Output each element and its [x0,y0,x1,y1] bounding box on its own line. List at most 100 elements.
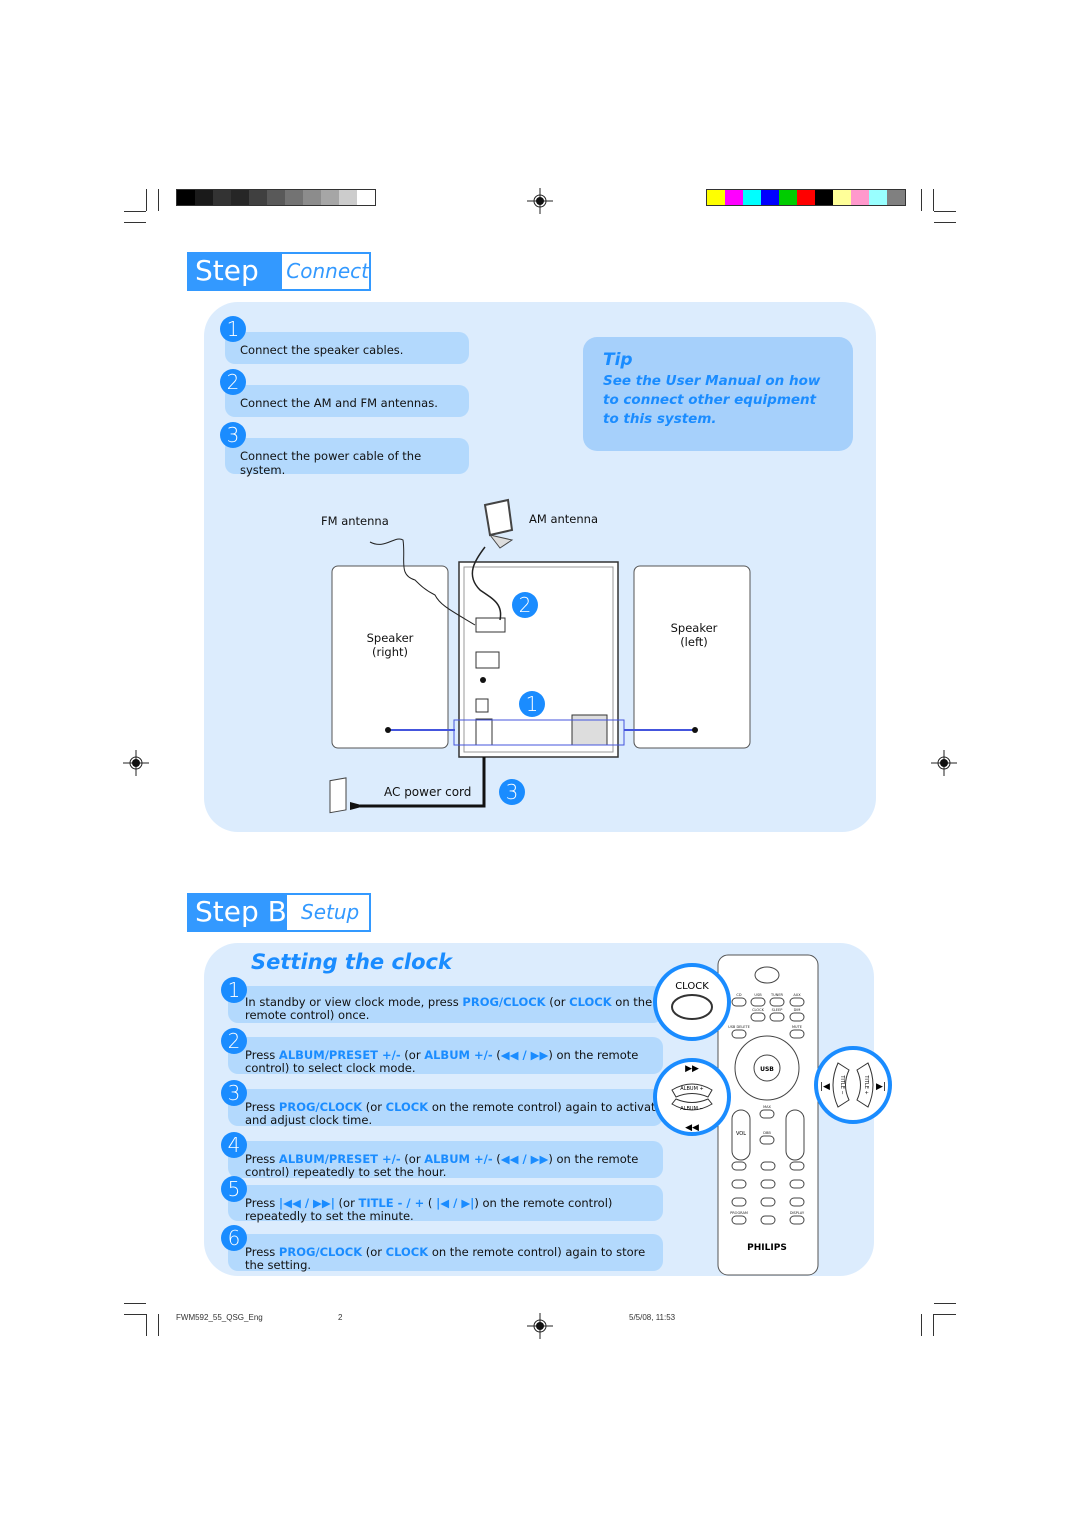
brand-logo: PHILIPS [747,1243,787,1253]
svg-text:AUX: AUX [793,993,801,997]
svg-text:DISPLAY: DISPLAY [790,1211,805,1215]
svg-text:MAX: MAX [763,1105,771,1109]
svg-text:3: 3 [795,1164,799,1171]
svg-text:USB: USB [754,993,762,997]
remote-button [750,1012,766,1022]
step-text: ( [492,1152,501,1166]
button-reference: ALBUM/PRESET +/- [278,1152,401,1166]
step-number-badge: 1 [220,316,246,342]
power-button [754,966,780,984]
ac-power-cord-label: AC power cord [384,785,472,799]
speaker-right-label: Speaker (right) [366,631,414,659]
button-reference: ALBUM/PRESET +/- [278,1048,401,1062]
svg-text:CD: CD [736,993,741,997]
button-reference: CLOCK [385,1245,429,1259]
svg-text:▶▶: ▶▶ [685,1064,699,1074]
button-reference: PROG/CLOCK [278,1100,363,1114]
remote-button [769,1012,785,1022]
step-number-badge: 3 [221,1080,247,1106]
svg-text:VOL: VOL [736,1131,746,1137]
step-number-badge: 5 [221,1176,247,1202]
step-a-item: Connect the power cable of the system. [225,438,469,477]
step-text: (or [362,1100,386,1114]
remote-button [731,1215,747,1225]
step-text: Press [245,1048,279,1062]
speaker-left [633,565,751,749]
button-reference: ◀◀ / ▶▶ [500,1152,549,1166]
step-text: Press [245,1196,279,1210]
svg-text:DBB: DBB [763,1131,771,1135]
step-text: Connect the power cable of the system. [240,449,422,477]
footer-date: 5/5/08, 11:53 [629,1313,676,1322]
svg-text:|◀: |◀ [820,1082,830,1092]
footer-filename: FWM592_55_QSG_Eng [176,1313,263,1322]
remote-button [750,997,766,1007]
button-reference: CLOCK [569,995,612,1009]
svg-text:◀◀: ◀◀ [685,1123,699,1133]
svg-text:0: 0 [766,1218,770,1225]
clock-step-item: Press PROG/CLOCK (or CLOCK on the remote… [228,1234,663,1272]
step-text: (or [400,1048,425,1062]
title-minus-label: TITLE − [839,1074,845,1094]
title-plus-label: TITLE + [863,1074,869,1094]
button-reference: ALBUM +/- [424,1048,493,1062]
clock-step-item: Press ALBUM/PRESET +/- (or ALBUM +/- (◀◀… [228,1141,663,1179]
step-text: ( [492,1048,501,1062]
am-antenna-label: AM antenna [529,512,598,526]
step-number-badge: 2 [220,369,246,395]
step-a-item: Connect the AM and FM antennas. [225,385,469,417]
speaker-left-label: Speaker (left) [670,621,718,649]
svg-text:1: 1 [737,1164,741,1171]
diagram-marker-3: 3 [499,779,525,805]
connection-diagram [329,498,751,814]
clock-step-item: Press |◀◀ / ▶▶| (or TITLE - / + ( |◀ / ▶… [228,1185,663,1223]
tip-box: Tip See the User Manual on how to connec… [583,337,853,451]
svg-text:2: 2 [766,1164,770,1171]
clock-step-item: Press ALBUM/PRESET +/- (or ALBUM +/- (◀◀… [228,1037,663,1075]
step-number-badge: 3 [220,422,246,448]
clock-callout-label: CLOCK [675,981,709,992]
footer-page: 2 [338,1313,343,1322]
tip-title: Tip [603,350,633,370]
step-b-title: Step B [195,895,287,928]
remote-button [789,1215,805,1225]
step-text: (or [400,1152,425,1166]
step-a-title: Step A [195,254,259,321]
play-stop-rocker [785,1109,805,1161]
remote-button [759,1135,775,1145]
svg-text:4: 4 [737,1182,741,1189]
step-b-header: Step B Setup [187,893,371,932]
svg-text:USB DELETE: USB DELETE [728,1025,750,1029]
button-reference: CLOCK [385,1100,429,1114]
section-title: Setting the clock [251,950,452,974]
step-number-badge: 4 [221,1132,247,1158]
diagram-marker-2: 2 [512,592,538,618]
step-a-subtitle: Connect [282,254,369,289]
svg-text:PROGRAM: PROGRAM [730,1211,748,1215]
svg-text:DIM: DIM [794,1008,801,1012]
svg-text:▶|: ▶| [876,1082,886,1092]
clock-button [671,994,713,1020]
step-text: Connect the speaker cables. [240,343,404,357]
step-b-subtitle: Setup [287,895,369,930]
step-a-header: Step A Connect [187,252,371,321]
power-socket [475,718,493,746]
step-number-badge: 2 [221,1028,247,1054]
button-reference: PROG/CLOCK [462,995,546,1009]
button-reference: PROG/CLOCK [278,1245,363,1259]
tip-text: See the User Manual on how to connect ot… [603,373,821,427]
svg-text:9: 9 [795,1200,799,1207]
remote-button [769,997,785,1007]
remote-button [731,1029,747,1039]
am-antenna-icon [483,498,514,549]
clock-step-item: Press PROG/CLOCK (or CLOCK on the remote… [228,1089,663,1127]
button-reference: TITLE - / + [358,1196,425,1210]
step-text: Connect the AM and FM antennas. [240,396,438,410]
svg-text:SLEEP: SLEEP [772,1008,783,1012]
svg-text:ALBUM +: ALBUM + [680,1086,703,1092]
svg-text:5: 5 [766,1182,770,1189]
svg-text:CLOCK: CLOCK [752,1008,764,1012]
remote-control-illustration: CD USB TUNER AUX CLOCK SLEEP DIM USB DELETE MUTE… [653,954,892,1276]
step-text: (or [334,1196,359,1210]
remote-button [731,997,747,1007]
